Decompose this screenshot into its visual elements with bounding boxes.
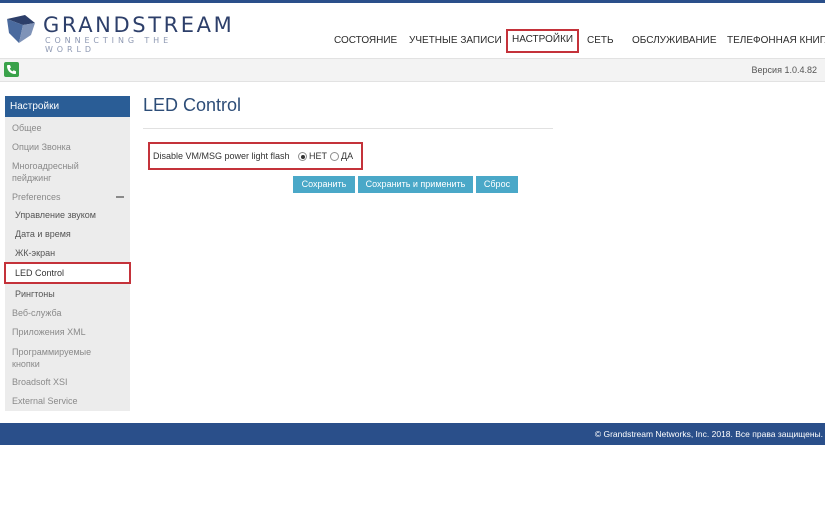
sidebar-item-call-options[interactable]: Опции Звонка — [5, 141, 130, 153]
save-apply-button[interactable]: Сохранить и применить — [358, 176, 473, 193]
sidebar-item-multicast-paging[interactable]: Многоадресный пейджинг — [5, 160, 105, 184]
sidebar-item-preferences[interactable]: Preferences — [5, 191, 130, 203]
phone-icon — [7, 65, 16, 74]
sidebar-item-sound-control[interactable]: Управление звуком — [5, 209, 130, 221]
header: GRANDSTREAM CONNECTING THE WORLD СОСТОЯН… — [0, 3, 825, 58]
sidebar-item-xml-apps[interactable]: Приложения XML — [5, 326, 130, 338]
sidebar-header: Настройки — [5, 96, 130, 117]
sidebar-item-date-time[interactable]: Дата и время — [5, 228, 130, 240]
radio-no-label: НЕТ — [309, 151, 327, 161]
radio-yes-label: ДА — [341, 151, 354, 161]
nav-accounts[interactable]: УЧЕТНЫЕ ЗАПИСИ — [409, 31, 502, 53]
save-button[interactable]: Сохранить — [293, 176, 355, 193]
nav-phonebook[interactable]: ТЕЛЕФОННАЯ КНИГА — [727, 31, 825, 53]
main-nav: СОСТОЯНИЕ УЧЕТНЫЕ ЗАПИСИ НАСТРОЙКИ СЕТЬ … — [0, 29, 825, 53]
sidebar-item-broadsoft-xsi[interactable]: Broadsoft XSI — [5, 376, 130, 388]
reset-button[interactable]: Сброс — [476, 176, 518, 193]
sidebar: Настройки Общее Опции Звонка Многоадресн… — [4, 96, 131, 411]
phone-button[interactable] — [4, 62, 19, 77]
nav-settings[interactable]: НАСТРОЙКИ — [506, 29, 580, 53]
sidebar-item-lcd-screen[interactable]: ЖК-экран — [5, 247, 130, 259]
collapse-minus-icon[interactable] — [116, 196, 124, 198]
sidebar-item-programmable-keys[interactable]: Программируемые кнопки — [5, 346, 105, 370]
nav-status[interactable]: СОСТОЯНИЕ — [334, 31, 397, 53]
sidebar-item-led-control[interactable]: LED Control — [4, 262, 131, 284]
title-divider — [143, 128, 553, 129]
sidebar-item-general[interactable]: Общее — [5, 122, 130, 134]
nav-network[interactable]: СЕТЬ — [587, 31, 614, 53]
footer: © Grandstream Networks, Inc. 2018. Все п… — [0, 423, 825, 445]
firmware-version: Версия 1.0.4.82 — [751, 65, 817, 75]
option-label: Disable VM/MSG power light flash — [153, 151, 290, 161]
copyright-text: © Grandstream Networks, Inc. 2018. Все п… — [594, 429, 823, 439]
sidebar-item-web-service[interactable]: Веб-служба — [5, 307, 130, 319]
sidebar-item-external-service[interactable]: External Service — [5, 395, 130, 407]
led-option-row: Disable VM/MSG power light flash НЕТ ДА — [148, 142, 363, 170]
page-title: LED Control — [143, 95, 242, 115]
radio-no[interactable] — [298, 152, 307, 161]
nav-maintenance[interactable]: ОБСЛУЖИВАНИЕ — [632, 31, 717, 53]
radio-yes[interactable] — [330, 152, 339, 161]
toolbar: Версия 1.0.4.82 — [0, 58, 825, 82]
sidebar-item-preferences-label: Preferences — [12, 192, 61, 202]
sidebar-item-ringtones[interactable]: Рингтоны — [5, 288, 130, 300]
